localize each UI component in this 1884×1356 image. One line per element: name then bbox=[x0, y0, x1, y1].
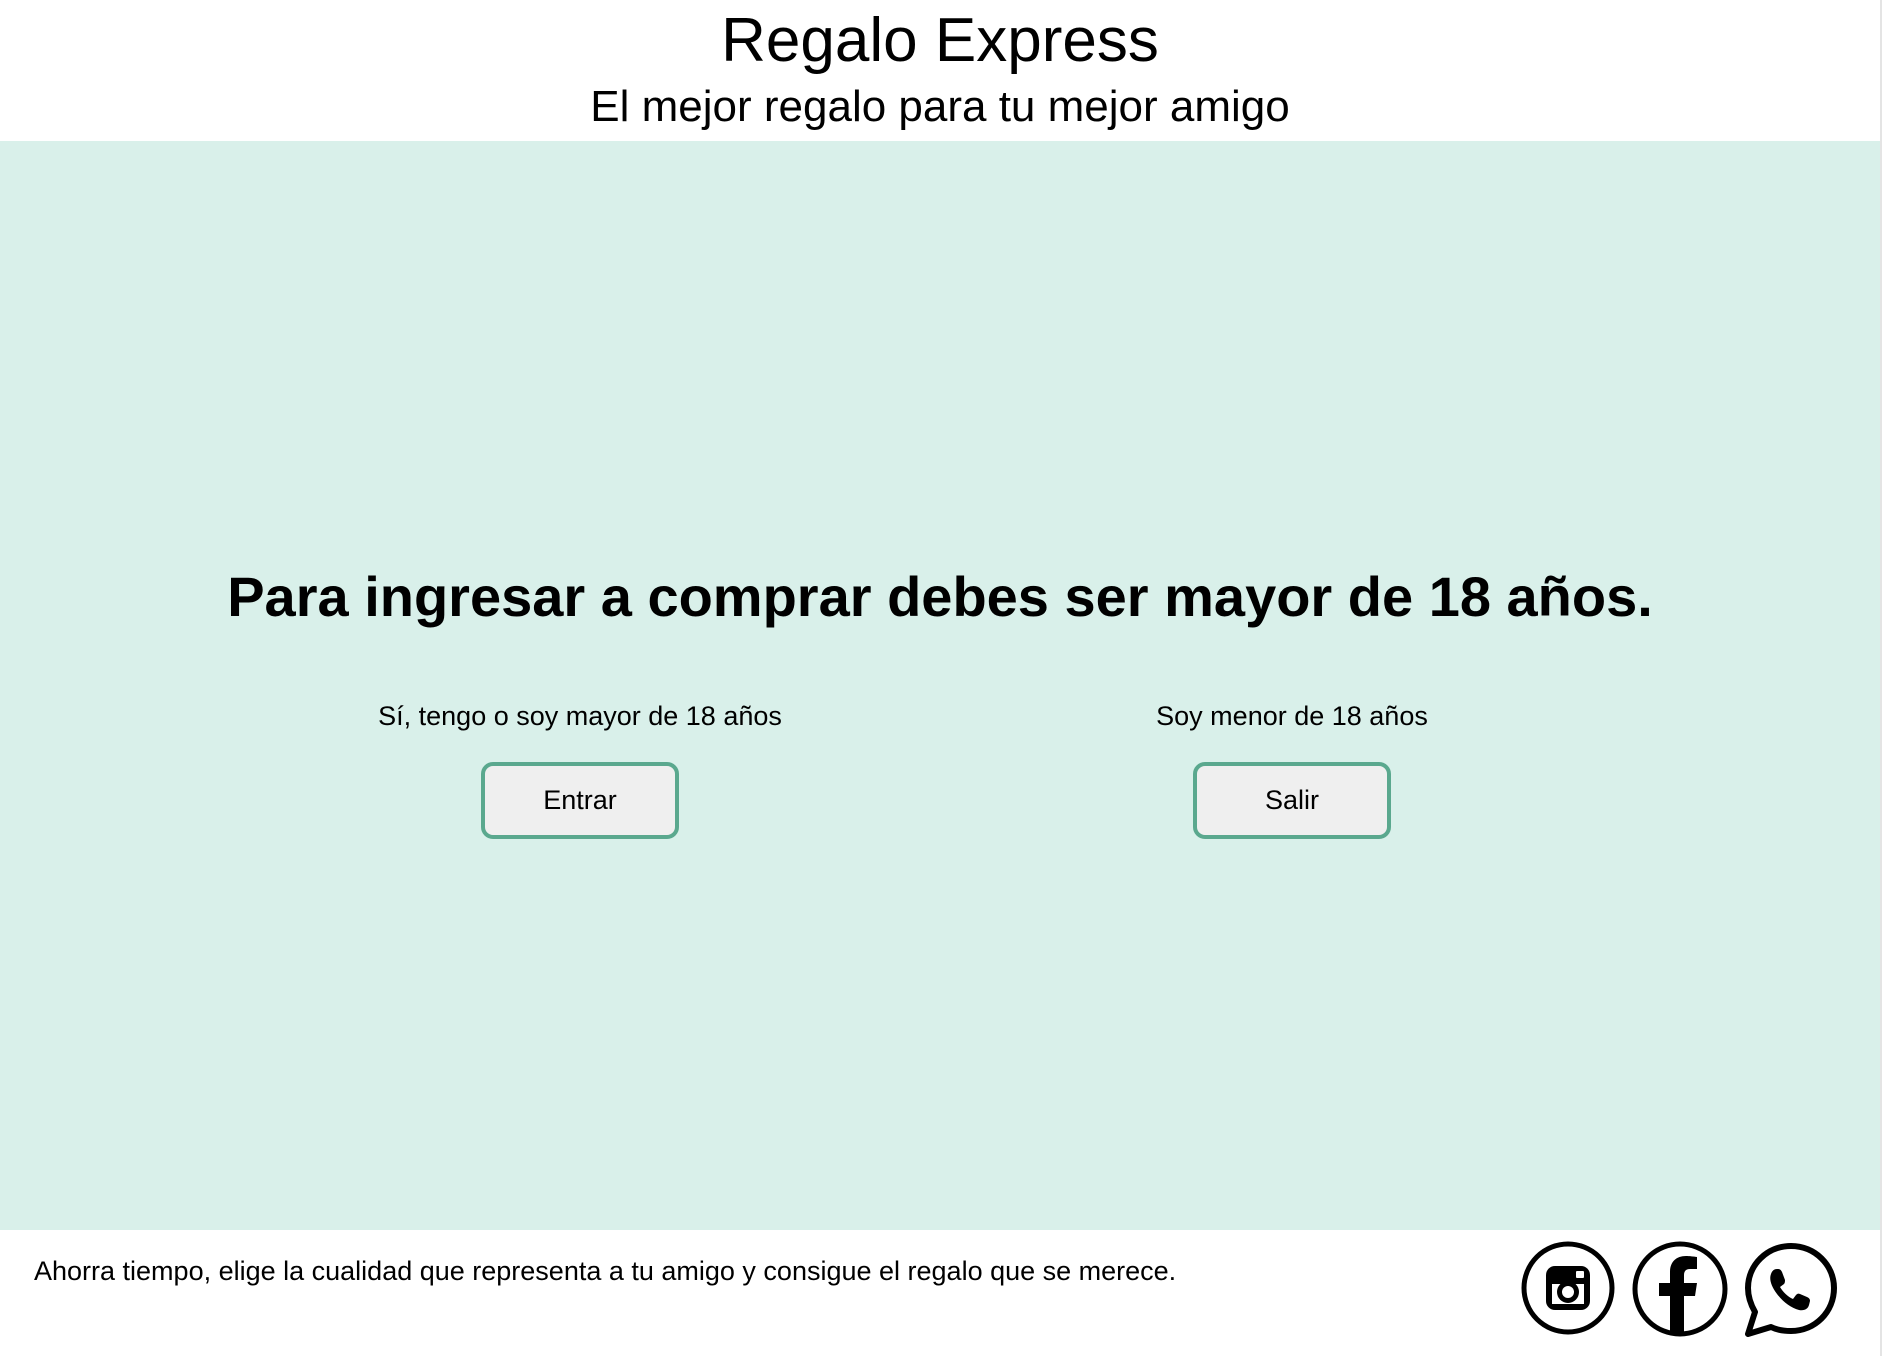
minor-option: Soy menor de 18 años Salir bbox=[1012, 696, 1572, 839]
site-tagline: El mejor regalo para tu mejor amigo bbox=[590, 82, 1290, 131]
adult-option-label: Sí, tengo o soy mayor de 18 años bbox=[378, 701, 782, 731]
site-title: Regalo Express bbox=[721, 6, 1159, 75]
scrollbar-gutter bbox=[1880, 0, 1882, 1356]
page: Regalo Express El mejor regalo para tu m… bbox=[0, 0, 1884, 1356]
footer-text: Ahorra tiempo, elige la cualidad que rep… bbox=[34, 1256, 1177, 1286]
age-requirement-heading: Para ingresar a comprar debes ser mayor … bbox=[227, 565, 1653, 628]
facebook-icon[interactable] bbox=[1631, 1240, 1729, 1338]
minor-option-label: Soy menor de 18 años bbox=[1156, 701, 1428, 731]
adult-option: Sí, tengo o soy mayor de 18 años Entrar bbox=[300, 696, 860, 839]
age-gate-section: Para ingresar a comprar debes ser mayor … bbox=[0, 141, 1880, 1230]
whatsapp-icon[interactable] bbox=[1741, 1240, 1841, 1340]
exit-button[interactable]: Salir bbox=[1193, 762, 1391, 839]
enter-button[interactable]: Entrar bbox=[481, 762, 679, 839]
instagram-icon[interactable] bbox=[1520, 1240, 1616, 1336]
site-footer: Ahorra tiempo, elige la cualidad que rep… bbox=[0, 1230, 1880, 1356]
site-header: Regalo Express El mejor regalo para tu m… bbox=[0, 0, 1880, 141]
